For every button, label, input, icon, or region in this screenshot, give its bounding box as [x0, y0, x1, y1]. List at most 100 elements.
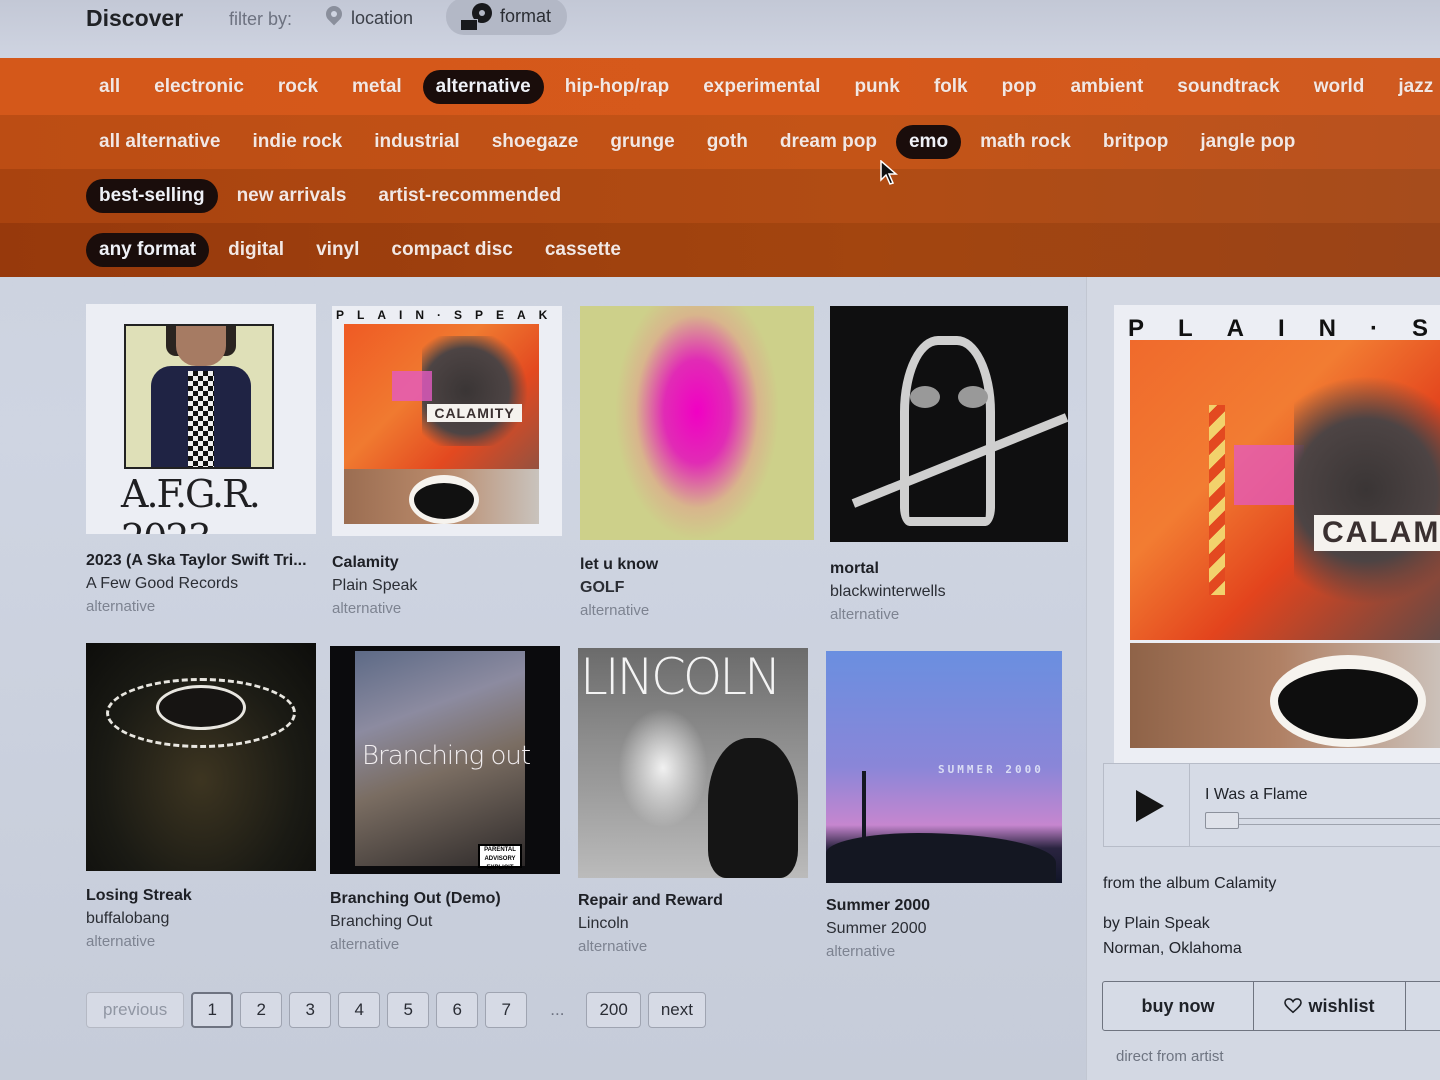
subgenre-row: all alternative indie rock industrial shoeg…: [0, 115, 1440, 169]
location-filter-button[interactable]: location: [325, 2, 413, 34]
genre-chip[interactable]: electronic: [141, 70, 257, 104]
album-cover[interactable]: LINCOLN: [578, 648, 808, 878]
genre-chip[interactable]: world: [1301, 70, 1378, 104]
album-genre: alternative: [86, 933, 156, 950]
album-cover[interactable]: SUMMER 2000: [826, 651, 1062, 883]
album-artist[interactable]: Plain Speak: [332, 577, 568, 595]
format-chip[interactable]: vinyl: [303, 233, 372, 267]
album-artist[interactable]: Branching Out: [330, 913, 566, 931]
genre-chip[interactable]: metal: [339, 70, 415, 104]
subgenre-chip[interactable]: shoegaze: [479, 125, 592, 159]
wishlist-button[interactable]: wishlist: [1254, 982, 1406, 1030]
purchase-actions: buy now wishlist: [1102, 981, 1440, 1031]
format-filter-button[interactable]: format: [446, 0, 568, 35]
last-page-button[interactable]: 200: [586, 992, 641, 1028]
sort-chip[interactable]: artist-recommended: [365, 179, 574, 213]
featured-album-cover[interactable]: PLAIN·SPEAK CALAMITY: [1114, 305, 1440, 765]
page-button[interactable]: 6: [436, 992, 479, 1028]
previous-page-button[interactable]: previous: [86, 992, 185, 1028]
album-title[interactable]: Losing Streak: [86, 887, 322, 905]
featured-album-panel: PLAIN·SPEAK CALAMITY I Was a Flame from …: [1086, 277, 1440, 1080]
genre-chip[interactable]: all: [86, 70, 133, 104]
subgenre-chip[interactable]: jangle pop: [1187, 125, 1308, 159]
subgenre-chip[interactable]: goth: [694, 125, 761, 159]
album-card[interactable]: let u know GOLF alternative: [580, 306, 816, 619]
genre-chip[interactable]: pop: [989, 70, 1050, 104]
genre-chip[interactable]: experimental: [690, 70, 833, 104]
sort-chip[interactable]: new arrivals: [224, 179, 360, 213]
album-artist[interactable]: A Few Good Records: [86, 575, 322, 593]
album-cover[interactable]: [830, 306, 1068, 542]
page-button[interactable]: 1: [191, 992, 234, 1028]
album-title[interactable]: Branching Out (Demo): [330, 890, 566, 908]
album-cover[interactable]: PLAIN·SPEAK CALAMITY: [332, 306, 562, 536]
album-card[interactable]: Branching out PARENTAL ADVISORY EXPLICIT…: [330, 646, 566, 953]
album-artist[interactable]: GOLF: [580, 579, 816, 597]
format-chip[interactable]: any format: [86, 233, 210, 267]
album-cover[interactable]: Branching out PARENTAL ADVISORY EXPLICIT…: [330, 646, 560, 874]
page-button[interactable]: 5: [387, 992, 430, 1028]
album-artist[interactable]: Summer 2000: [826, 920, 1062, 938]
format-chip[interactable]: compact disc: [378, 233, 525, 267]
genre-chip[interactable]: soundtrack: [1164, 70, 1292, 104]
album-card[interactable]: Losing Streak buffalobang alternative: [86, 643, 322, 950]
album-card[interactable]: mortal blackwinterwells alternative: [830, 306, 1068, 623]
from-album-text[interactable]: from the album Calamity: [1103, 875, 1276, 893]
subgenre-chip[interactable]: industrial: [361, 125, 473, 159]
album-artist[interactable]: blackwinterwells: [830, 583, 1066, 601]
album-title[interactable]: mortal: [830, 560, 1066, 578]
format-row: any format digital vinyl compact disc casset…: [0, 223, 1440, 277]
album-card[interactable]: SUMMER 2000 Summer 2000 Summer 2000 alte…: [826, 651, 1062, 960]
page-button[interactable]: 7: [485, 992, 528, 1028]
album-title[interactable]: Calamity: [332, 554, 568, 572]
album-title[interactable]: 2023 (A Ska Taylor Swift Tri...: [86, 552, 322, 570]
progress-track[interactable]: [1205, 818, 1440, 825]
album-title[interactable]: let u know: [580, 556, 816, 574]
artist-name[interactable]: by Plain Speak: [1103, 915, 1210, 933]
sort-chip[interactable]: best-selling: [86, 179, 218, 213]
format-chip[interactable]: digital: [215, 233, 297, 267]
format-chip[interactable]: cassette: [532, 233, 634, 267]
genre-chip[interactable]: hip-hop/rap: [552, 70, 682, 104]
artist-location: Norman, Oklahoma: [1103, 940, 1242, 957]
album-artist[interactable]: Lincoln: [578, 915, 814, 933]
subgenre-chip[interactable]: all alternative: [86, 125, 233, 159]
subgenre-chip[interactable]: grunge: [597, 125, 687, 159]
subgenre-chip[interactable]: math rock: [967, 125, 1084, 159]
progress-slider-handle[interactable]: [1205, 812, 1239, 829]
page-button[interactable]: 4: [338, 992, 381, 1028]
album-card[interactable]: A.F.G.R. 2023 2023 (A Ska Taylor Swift T…: [86, 304, 322, 615]
album-card[interactable]: LINCOLN Repair and Reward Lincoln altern…: [578, 648, 814, 955]
heart-icon: [1284, 998, 1303, 1014]
album-cover[interactable]: [86, 643, 316, 871]
genre-chip[interactable]: ambient: [1057, 70, 1156, 104]
subgenre-chip[interactable]: indie rock: [239, 125, 355, 159]
album-cover[interactable]: A.F.G.R. 2023: [86, 304, 316, 534]
album-artist[interactable]: buffalobang: [86, 910, 322, 928]
genre-chip[interactable]: folk: [921, 70, 981, 104]
page-button[interactable]: 3: [289, 992, 332, 1028]
page-button[interactable]: 2: [240, 992, 283, 1028]
album-cover[interactable]: [580, 306, 814, 540]
pagination-ellipsis: ...: [550, 1000, 565, 1019]
album-genre: alternative: [578, 938, 648, 955]
next-page-button[interactable]: next: [647, 992, 706, 1028]
genre-chip[interactable]: punk: [841, 70, 912, 104]
genre-chip[interactable]: rock: [265, 70, 331, 104]
album-genre: alternative: [332, 600, 402, 617]
genre-chip[interactable]: alternative: [422, 69, 544, 104]
subgenre-chip[interactable]: dream pop: [767, 125, 890, 159]
pagination: previous 1234567 ... 200 next: [86, 992, 713, 1028]
parental-advisory-badge: PARENTAL ADVISORY EXPLICIT CONTENT: [478, 844, 522, 871]
album-title[interactable]: Repair and Reward: [578, 892, 814, 910]
genre-chip[interactable]: jazz: [1385, 70, 1440, 104]
buy-now-button[interactable]: buy now: [1103, 982, 1254, 1030]
filter-by-label: filter by:: [229, 9, 293, 29]
page-title: Discover: [86, 5, 184, 31]
subgenre-chip[interactable]: britpop: [1090, 125, 1181, 159]
album-title[interactable]: Summer 2000: [826, 897, 1062, 915]
more-actions-button[interactable]: [1406, 982, 1440, 1030]
subgenre-chip[interactable]: emo: [895, 125, 962, 159]
album-card[interactable]: PLAIN·SPEAK CALAMITY Calamity Plain Spea…: [332, 306, 568, 617]
play-button[interactable]: [1104, 764, 1190, 846]
